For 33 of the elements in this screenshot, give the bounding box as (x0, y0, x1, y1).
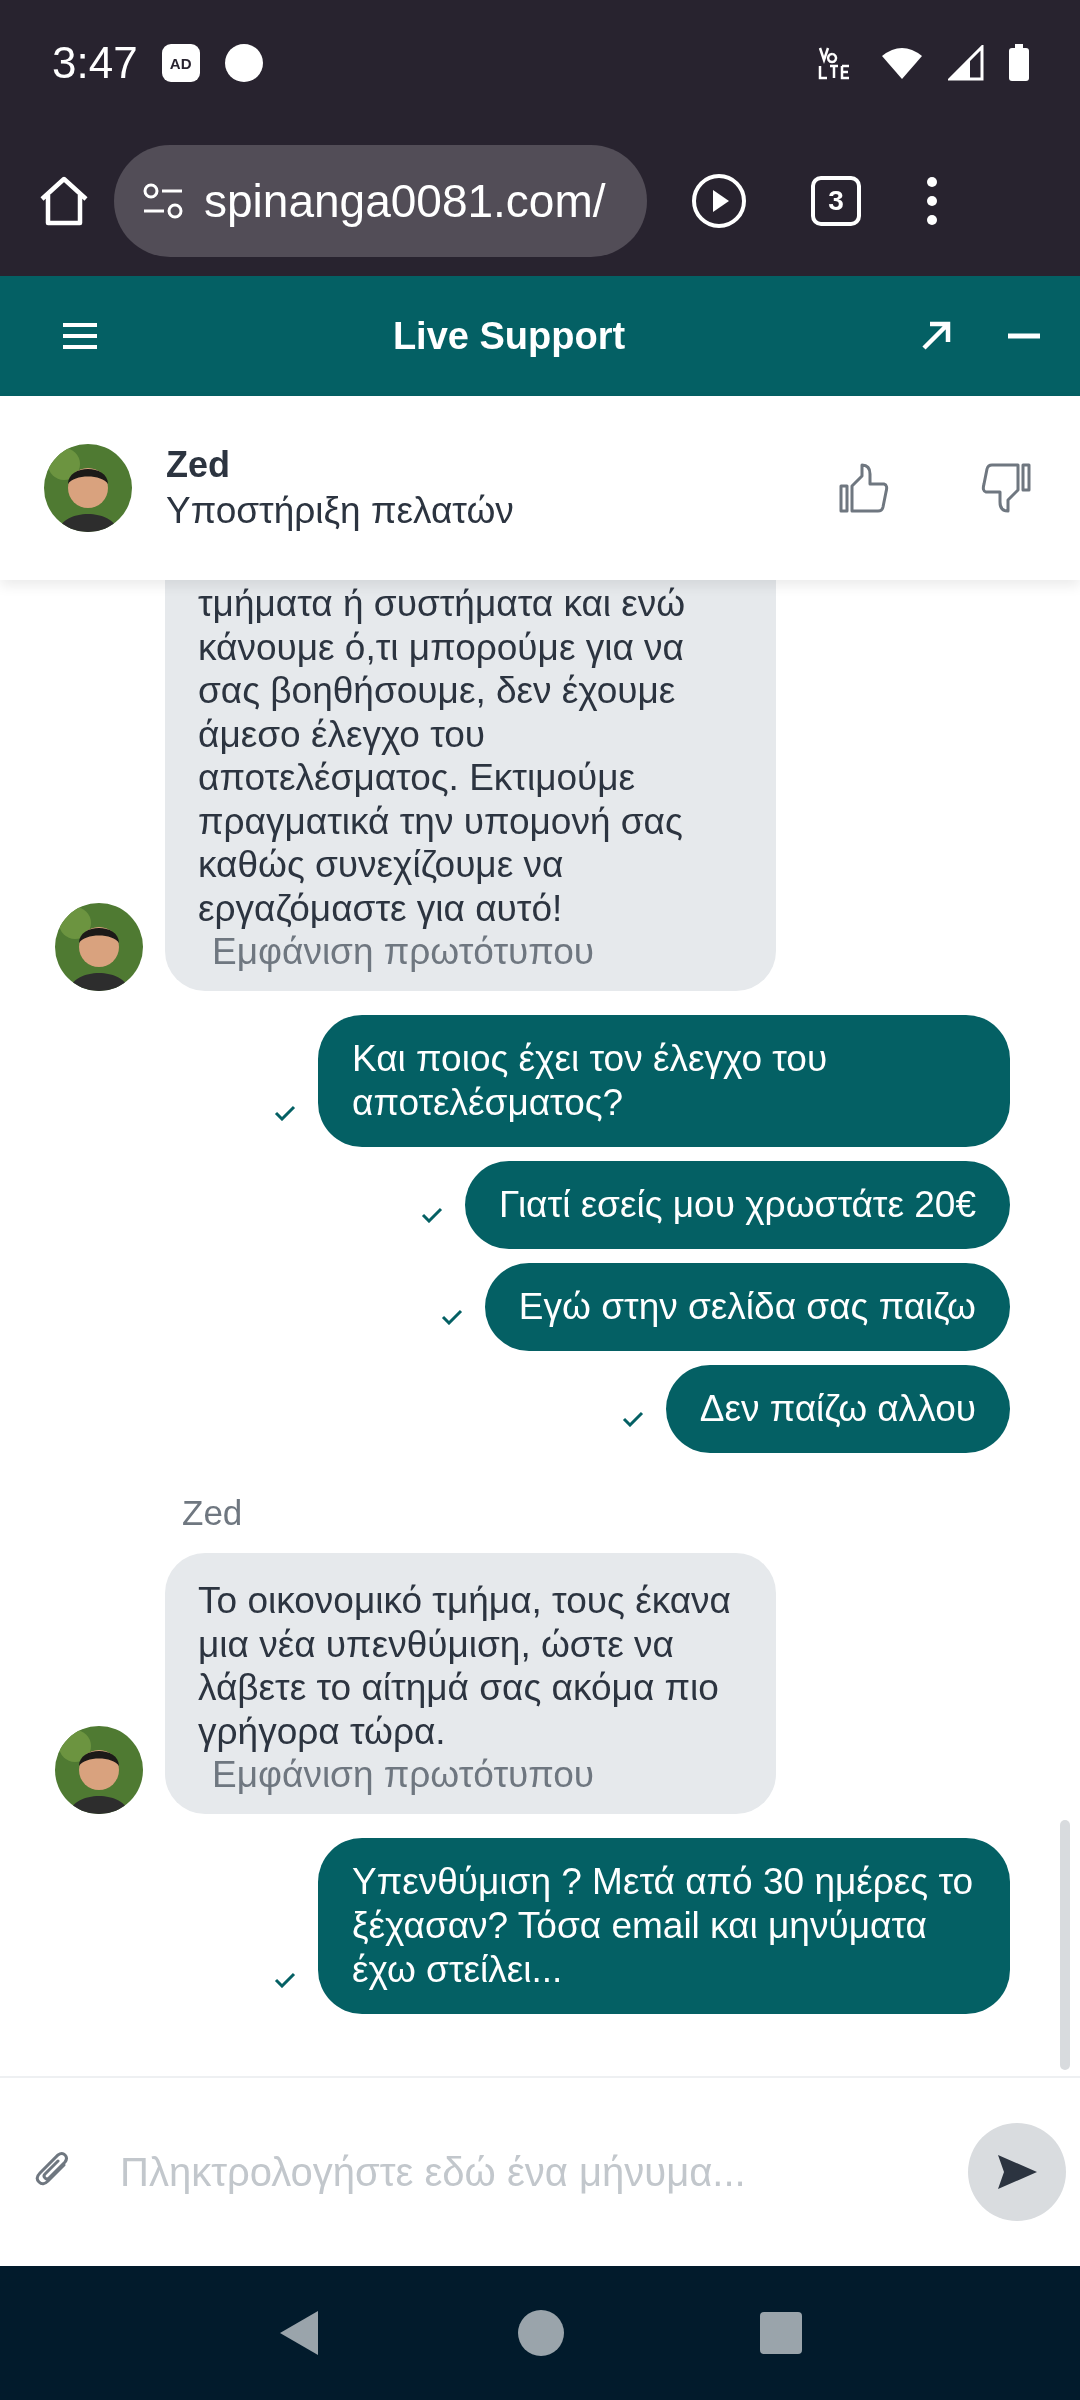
chat-title: Live Support (391, 314, 627, 358)
adblock-badge: AD (161, 44, 200, 82)
status-time: 3:47 (52, 38, 138, 88)
url-text: spinanga0081.com/ (204, 174, 606, 228)
agent-message-text: τμήματα ή συστήματα και ενώ κάνουμε ό,τι μπορούμε για να σας βοηθήσουμε, δεν έχουμε άμεσο έλεγχο του αποτελέσματος. Εκτιμούμε πραγματικά την υπομονή σας καθώς συνεχίζουμε να εργαζόμαστε για αυτό! (198, 582, 687, 930)
thumbs-up-icon[interactable] (838, 462, 890, 514)
tab-switcher-button[interactable]: 3 (811, 176, 861, 226)
sender-name: Zed (181, 1492, 244, 1534)
signal-icon (948, 45, 984, 81)
notification-dot-icon (223, 43, 264, 83)
scrollbar-thumb[interactable] (1060, 1820, 1070, 2070)
show-original-link[interactable]: Εμφάνιση πρωτότυπου (198, 930, 746, 973)
thumbs-down-icon[interactable] (980, 462, 1032, 514)
play-icon[interactable] (691, 173, 747, 229)
home-icon[interactable] (38, 175, 90, 227)
home-circle-icon[interactable] (518, 2310, 564, 2356)
expand-arrow-icon[interactable] (920, 320, 952, 352)
agent-name: Zed (166, 444, 231, 486)
user-message-bubble: Υπενθύμιση ? Μετά από 30 ημέρες το ξέχασαν? Τόσα email και μηνύματα έχω στείλει... (318, 1838, 1010, 2014)
agent-role: Υποστήριξη πελατών (166, 490, 515, 532)
user-message-bubble: Γιατί εσείς μου χρωστάτε 20€ (465, 1161, 1010, 1249)
menu-icon[interactable] (62, 322, 98, 350)
show-original-link[interactable]: Εμφάνιση πρωτότυπου (198, 1753, 746, 1796)
wifi-icon (880, 46, 924, 80)
more-options-icon[interactable] (925, 176, 939, 226)
address-bar[interactable]: spinanga0081.com/ (114, 145, 647, 257)
battery-icon (1008, 44, 1030, 82)
user-message-bubble: Εγώ στην σελίδα σας παιζω (484, 1263, 1010, 1351)
user-message-bubble: Δεν παίζω αλλου (665, 1365, 1010, 1453)
message-input[interactable]: Πληκτρολογήστε εδώ ένα μήνυμα... (118, 2148, 922, 2196)
agent-message-text: Το οικονομικό τμήμα, τους έκανα μια νέα υπενθύμιση, ώστε να λάβετε το αίτημά σας ακόμα πιο γρήγορα τώρα. (198, 1579, 732, 1753)
site-settings-icon (142, 183, 184, 219)
user-message-bubble: Και ποιος έχει τον έλεγχο του αποτελέσματος? (318, 1015, 1010, 1147)
